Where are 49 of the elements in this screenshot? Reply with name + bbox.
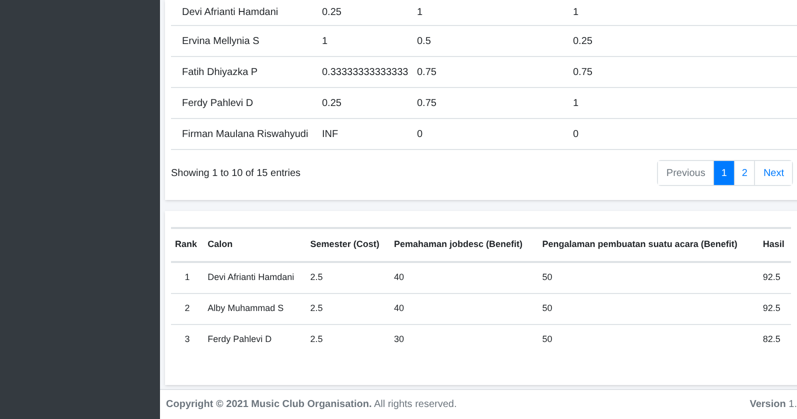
page-button[interactable]: 1 bbox=[713, 161, 734, 185]
column-header: Pemahaman jobdesc (Benefit) bbox=[390, 228, 538, 262]
table-cell: Devi Afrianti Hamdani bbox=[208, 272, 294, 282]
table-cell: 0 bbox=[573, 128, 579, 140]
table-cell: 0.5 bbox=[417, 36, 431, 46]
table-cell: 30 bbox=[394, 334, 404, 344]
entries-info: Showing 1 to 10 of 15 entries bbox=[171, 166, 301, 180]
table-cell: 1 bbox=[573, 7, 579, 18]
table-cell: 0.25 bbox=[322, 98, 342, 108]
version-text: Version 1. bbox=[750, 398, 797, 412]
table-cell: 3 bbox=[184, 334, 190, 344]
column-header: Hasil bbox=[758, 228, 791, 262]
table-cell: 1 bbox=[573, 98, 579, 108]
column-header: Calon bbox=[204, 228, 306, 262]
table-cell: 50 bbox=[542, 334, 552, 344]
table-cell: Ferdy Pahlevi D bbox=[208, 334, 272, 344]
table-cell: 92.5 bbox=[762, 302, 780, 313]
table-cell: 0.25 bbox=[573, 36, 592, 46]
table-cell: Fatih Dhiyazka P bbox=[182, 66, 258, 78]
table-cell: 2.5 bbox=[310, 302, 323, 313]
table-cell: Alby Muhammad S bbox=[208, 302, 284, 313]
table-cell: Ferdy Pahlevi D bbox=[182, 98, 254, 108]
table-cell: 82.5 bbox=[762, 334, 780, 344]
table-cell: Firman Maulana Riswahyudi bbox=[182, 128, 308, 140]
table-cell: 1 bbox=[322, 36, 328, 46]
table-cell: 50 bbox=[542, 272, 552, 282]
table-cell: 40 bbox=[394, 272, 404, 282]
pagination-link[interactable]: Next bbox=[754, 161, 792, 185]
column-header: Semester (Cost) bbox=[306, 228, 390, 262]
table-cell: 0.75 bbox=[573, 66, 592, 78]
table-cell: Ervina Mellynia S bbox=[182, 36, 260, 46]
table-cell: Devi Afrianti Hamdani bbox=[182, 7, 278, 18]
table-cell: 0.25 bbox=[322, 7, 342, 18]
table-cell: 2.5 bbox=[310, 272, 323, 282]
table-cell: 0.33333333333333 bbox=[322, 66, 408, 78]
table-cell: 1 bbox=[417, 7, 423, 18]
table-cell: INF bbox=[322, 128, 338, 140]
table-cell: 40 bbox=[394, 302, 404, 313]
table-cell: 0.75 bbox=[417, 98, 436, 108]
table-cell: 1 bbox=[184, 272, 190, 282]
column-header: Rank bbox=[171, 228, 204, 262]
table-cell: 2 bbox=[184, 302, 190, 313]
table-cell: 0 bbox=[417, 128, 423, 140]
table-cell: 50 bbox=[542, 302, 552, 313]
table-cell: 2.5 bbox=[310, 334, 323, 344]
table-cell: 0.75 bbox=[417, 66, 436, 78]
copyright-text: Copyright © 2021 Music Club Organisation. All rights reserved. bbox=[166, 398, 457, 412]
table-cell: 92.5 bbox=[762, 272, 780, 282]
column-header: Pengalaman pembuatan suatu acara (Benefit) bbox=[538, 228, 759, 262]
